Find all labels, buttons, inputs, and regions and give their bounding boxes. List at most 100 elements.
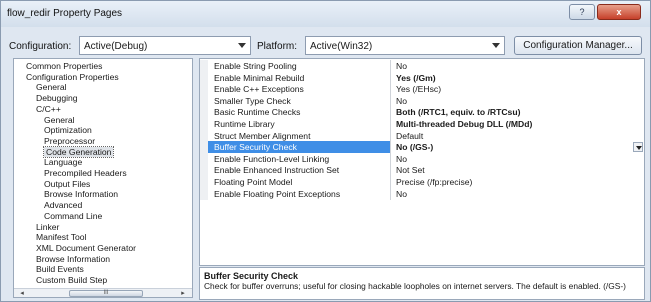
column-divider [390,106,391,119]
property-name: Basic Runtime Checks [214,107,301,118]
property-value[interactable]: No (/GS-) [396,142,433,152]
property-value[interactable]: No [396,189,407,199]
tree-item[interactable]: Linker [36,222,59,232]
column-divider [390,176,391,188]
column-divider [390,129,391,142]
close-button[interactable]: x [597,4,641,20]
tree-item[interactable]: Language [44,157,82,167]
property-row[interactable]: Struct Member Alignment Default [200,129,644,142]
tree-item[interactable]: Advanced [44,200,82,210]
property-value[interactable]: Yes (/Gm) [396,73,436,83]
row-gutter [200,129,208,142]
tree-item[interactable]: Configuration Properties [26,72,119,82]
tree-item[interactable]: XML Document Generator [36,243,136,253]
column-divider [390,118,391,130]
property-name: Enable Minimal Rebuild [214,72,305,83]
configuration-select[interactable]: Active(Debug) [79,36,251,55]
property-name: Smaller Type Check [214,95,291,106]
row-gutter [200,118,208,130]
row-gutter [200,176,208,188]
property-value[interactable]: No [396,154,407,164]
property-row[interactable]: Runtime Library Multi-threaded Debug DLL … [200,118,644,130]
property-row[interactable]: Enable C++ Exceptions Yes (/EHsc) [200,83,644,96]
description-text: Check for buffer overruns; useful for cl… [204,281,626,291]
scroll-right-icon[interactable]: ▸ [177,289,189,297]
property-name: Struct Member Alignment [214,130,311,141]
configuration-label: Configuration: [9,41,72,52]
row-gutter [200,152,208,165]
column-divider [390,94,391,107]
column-divider [390,152,391,165]
tree-item[interactable]: Precompiled Headers [44,168,127,178]
description-panel: Buffer Security Check Check for buffer o… [199,267,645,300]
window-title: flow_redir Property Pages [7,8,123,19]
row-gutter [200,71,208,84]
property-name: Enable Function-Level Linking [214,153,330,164]
row-gutter [200,60,208,72]
property-row[interactable]: Enable Enhanced Instruction Set Not Set [200,164,644,177]
property-value[interactable]: Not Set [396,165,425,175]
tree-item[interactable]: Manifest Tool [36,232,86,242]
tree-item[interactable]: C/C++ [36,104,61,114]
property-value[interactable]: Both (/RTC1, equiv. to /RTCsu) [396,107,520,117]
property-row[interactable]: Smaller Type Check No [200,94,644,107]
tree-item[interactable]: Debugging [36,93,78,103]
title-bar: flow_redir Property Pages ? x [1,1,650,27]
configuration-toolbar: Configuration: Active(Debug) Platform: A… [1,27,650,57]
chevron-down-icon [238,43,246,48]
property-tree: ◂ III ▸ Common Properties Configuration P… [13,58,193,298]
help-button[interactable]: ? [569,4,595,20]
property-grid: Enable String Pooling No Enable Minimal Re… [199,58,645,266]
tree-item[interactable]: General [44,115,75,125]
tree-item[interactable]: Output Files [44,179,90,189]
configuration-value: Active(Debug) [84,41,148,52]
property-value[interactable]: Precise (/fp:precise) [396,177,472,187]
property-value[interactable]: No [396,96,407,106]
platform-select[interactable]: Active(Win32) [305,36,505,55]
tree-item[interactable]: Custom Build Step [36,275,107,285]
column-divider [390,164,391,177]
property-row[interactable]: Enable String Pooling No [200,60,644,72]
row-gutter [200,164,208,177]
row-gutter [200,94,208,107]
property-row[interactable]: Enable Minimal Rebuild Yes (/Gm) [200,71,644,84]
chevron-down-icon [492,43,500,48]
tree-item[interactable]: Command Line [44,211,102,221]
value-dropdown-button[interactable] [633,142,643,153]
tree-item[interactable]: Optimization [44,125,92,135]
column-divider [390,83,391,96]
row-gutter [200,106,208,119]
property-row[interactable]: Enable Floating Point Exceptions No [200,187,644,200]
scroll-thumb[interactable]: III [69,290,143,297]
platform-label: Platform: [257,41,298,52]
property-value[interactable]: No [396,61,407,71]
property-name: Runtime Library [214,119,275,129]
tree-item[interactable]: Build Events [36,264,84,274]
column-divider [390,71,391,84]
property-name: Buffer Security Check [214,142,297,153]
column-divider [390,141,391,154]
column-divider [390,187,391,200]
property-value[interactable]: Yes (/EHsc) [396,84,441,94]
scroll-left-icon[interactable]: ◂ [16,289,28,297]
property-name: Enable Enhanced Instruction Set [214,165,340,176]
property-name: Enable Floating Point Exceptions [214,188,341,199]
tree-item[interactable]: Preprocessor [44,136,95,146]
tree-item[interactable]: Code Generation [42,145,115,158]
row-gutter [200,83,208,96]
property-row[interactable]: Floating Point Model Precise (/fp:precise… [200,176,644,188]
tree-item[interactable]: General [36,82,67,92]
tree-item[interactable]: Common Properties [26,61,102,71]
horizontal-scrollbar[interactable]: ◂ III ▸ [14,288,192,297]
property-row[interactable]: Buffer Security Check No (/GS-) [200,141,644,154]
property-value[interactable]: Default [396,131,423,141]
property-row[interactable]: Basic Runtime Checks Both (/RTC1, equiv. … [200,106,644,119]
row-gutter [200,187,208,200]
column-divider [390,60,391,72]
property-row[interactable]: Enable Function-Level Linking No [200,152,644,165]
configuration-manager-button[interactable]: Configuration Manager... [514,36,642,55]
tree-item[interactable]: Browse Information [44,189,118,199]
property-value[interactable]: Multi-threaded Debug DLL (/MDd) [396,119,532,129]
tree-item[interactable]: Browse Information [36,254,110,264]
description-title: Buffer Security Check [204,271,299,281]
